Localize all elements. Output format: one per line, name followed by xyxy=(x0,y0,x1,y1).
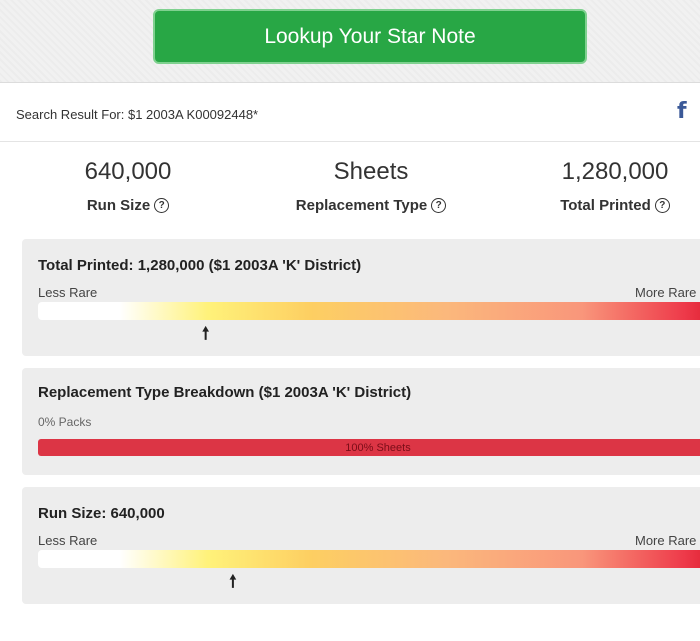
run-size-label-text: Run Size xyxy=(86,197,151,214)
top-band: Lookup Your Star Note xyxy=(0,0,700,83)
help-icon[interactable]: ? xyxy=(154,198,170,213)
help-icon[interactable]: ? xyxy=(654,198,670,213)
run-size-label: Run Size ? xyxy=(18,197,238,214)
stat-replacement-type: Sheets Replacement Type ? xyxy=(261,158,481,214)
help-icon[interactable]: ? xyxy=(431,198,447,213)
stat-run-size: 640,000 Run Size ? xyxy=(18,158,238,214)
stat-total-printed: 1,280,000 Total Printed ? xyxy=(505,158,700,214)
lookup-star-note-button[interactable]: Lookup Your Star Note xyxy=(153,9,587,64)
replacement-type-label: Replacement Type ? xyxy=(261,197,481,214)
rarity-gradient-bar xyxy=(38,550,700,568)
replacement-type-value: Sheets xyxy=(333,158,409,185)
run-size-panel: Run Size: 640,000 Less Rare More Rare 🠕 xyxy=(22,487,700,604)
run-size-value: 640,000 xyxy=(84,158,172,185)
more-rare-label: More Rare xyxy=(635,533,697,548)
total-printed-label: Total Printed ? xyxy=(505,197,700,214)
less-rare-label: Less Rare xyxy=(38,533,98,548)
rarity-gradient-bar xyxy=(38,302,700,320)
search-result-text: Search Result For: $1 2003A K00092448* xyxy=(16,107,259,122)
sheets-percent-bar: 100% Sheets xyxy=(38,439,700,456)
run-size-panel-title: Run Size: 640,000 xyxy=(38,505,165,522)
total-printed-panel: Total Printed: 1,280,000 ($1 2003A 'K' D… xyxy=(22,239,700,356)
less-rare-label: Less Rare xyxy=(38,285,98,300)
rarity-position-arrow-icon: 🠕 xyxy=(202,324,210,344)
search-result-bar: Search Result For: $1 2003A K00092448* f xyxy=(0,83,700,142)
replacement-type-label-text: Replacement Type xyxy=(295,197,428,214)
replacement-type-panel-title: Replacement Type Breakdown ($1 2003A 'K'… xyxy=(38,384,412,401)
replacement-type-panel: Replacement Type Breakdown ($1 2003A 'K'… xyxy=(22,368,700,475)
more-rare-label: More Rare xyxy=(635,285,697,300)
facebook-icon[interactable]: f xyxy=(677,99,687,124)
sheets-percent-label: 100% Sheets xyxy=(345,441,411,454)
total-printed-value: 1,280,000 xyxy=(561,158,669,185)
rarity-position-arrow-icon: 🠕 xyxy=(229,572,237,592)
total-printed-panel-title: Total Printed: 1,280,000 ($1 2003A 'K' D… xyxy=(38,257,362,274)
packs-percent-label: 0% Packs xyxy=(38,415,92,429)
total-printed-label-text: Total Printed xyxy=(560,197,651,214)
